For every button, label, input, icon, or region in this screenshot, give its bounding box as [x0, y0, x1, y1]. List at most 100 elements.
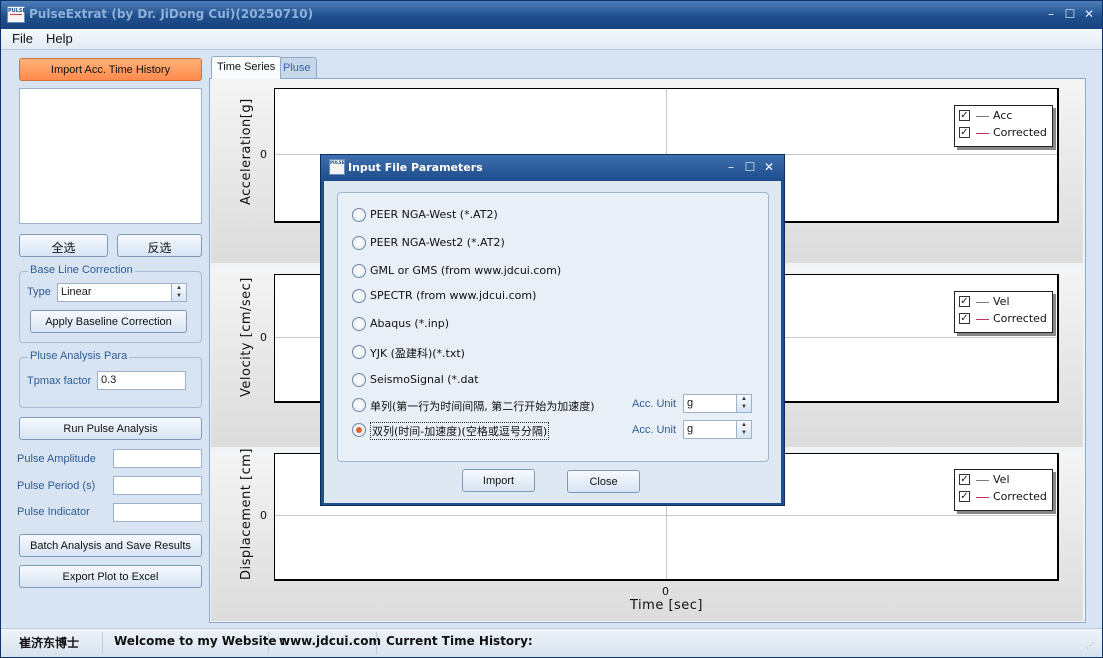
baseline-type-select[interactable]: Linear ▲ ▼ [57, 283, 187, 302]
radio-label: SPECTR (from www.jdcui.com) [370, 289, 537, 302]
batch-analysis-button[interactable]: Batch Analysis and Save Results [19, 534, 202, 557]
velocity-legend: ✓ Vel ✓ Corrected [954, 291, 1053, 333]
run-pulse-analysis-button[interactable]: Run Pulse Analysis [19, 417, 202, 440]
dialog-minimize-icon[interactable]: – [724, 160, 738, 174]
input-file-dialog: PULSE Input File Parameters – ☐ ✕ PEER N… [320, 154, 785, 506]
radio-button[interactable] [352, 208, 366, 222]
displacement-ytick: 0 [260, 509, 267, 522]
status-bar: 崔济东博士 Welcome to my Website : www.jdcui.… [1, 628, 1102, 657]
displacement-legend: ✓ Vel ✓ Corrected [954, 469, 1053, 511]
spinner-arrows-icon[interactable]: ▲ ▼ [736, 421, 751, 438]
legend-item-acc[interactable]: ✓ Acc [959, 109, 1051, 124]
checkbox-icon[interactable]: ✓ [959, 474, 970, 485]
import-button[interactable]: Import [462, 469, 535, 492]
acc-unit-label: Acc. Unit [632, 398, 677, 410]
spinner-arrows-icon[interactable]: ▲ ▼ [736, 395, 751, 412]
file-format-group: PEER NGA-West (*.AT2) PEER NGA-West2 (*.… [337, 192, 769, 462]
tab-pluse[interactable]: Pluse [277, 57, 317, 78]
status-separator [102, 632, 103, 654]
xaxis-label: Time [sec] [630, 598, 704, 613]
export-plot-button[interactable]: Export Plot to Excel [19, 565, 202, 588]
legend-label: Vel [993, 295, 1010, 308]
invert-select-button[interactable]: 反选 [117, 234, 202, 257]
pulse-period-field[interactable] [113, 476, 202, 495]
radio-button[interactable] [352, 317, 366, 331]
legend-item-vel[interactable]: ✓ Vel [959, 473, 1051, 488]
legend-label: Corrected [993, 126, 1047, 139]
pulse-amplitude-label: Pulse Amplitude [17, 453, 96, 465]
window-title: PulseExtrat (by Dr. JiDong Cui)(20250710… [29, 7, 314, 21]
dialog-close-icon[interactable]: ✕ [762, 160, 776, 174]
maximize-icon[interactable]: ☐ [1063, 7, 1077, 21]
acc-unit-value: g [687, 423, 694, 435]
legend-label: Vel [993, 473, 1010, 486]
time-history-list[interactable] [19, 88, 202, 224]
close-icon[interactable]: ✕ [1082, 7, 1096, 21]
close-button[interactable]: Close [567, 470, 640, 493]
checkbox-icon[interactable]: ✓ [959, 313, 970, 324]
pulse-period-label: Pulse Period (s) [17, 480, 96, 492]
app-logo-icon: PULSE [329, 159, 345, 175]
radio-label: PEER NGA-West (*.AT2) [370, 208, 498, 221]
checkbox-icon[interactable]: ✓ [959, 110, 970, 121]
radio-button[interactable] [352, 345, 366, 359]
radio-button[interactable] [352, 236, 366, 250]
legend-label: Corrected [993, 490, 1047, 503]
pulse-para-group-title: Pluse Analysis Para [28, 350, 130, 362]
minimize-icon[interactable]: – [1044, 7, 1058, 21]
pulse-indicator-field[interactable] [113, 503, 202, 522]
legend-item-vel[interactable]: ✓ Vel [959, 295, 1051, 310]
radio-button-selected[interactable] [352, 423, 366, 437]
import-acc-button[interactable]: Import Acc. Time History [19, 58, 202, 81]
menu-file[interactable]: File [12, 31, 33, 46]
menu-help[interactable]: Help [46, 31, 73, 46]
status-welcome: Welcome to my Website : [114, 634, 286, 648]
checkbox-icon[interactable]: ✓ [959, 491, 970, 502]
tpmax-input[interactable]: 0.3 [97, 371, 186, 390]
main-window: PULSE PulseExtrat (by Dr. JiDong Cui)(20… [0, 0, 1103, 658]
checkbox-icon[interactable]: ✓ [959, 127, 970, 138]
pulse-amplitude-field[interactable] [113, 449, 202, 468]
legend-item-corrected[interactable]: ✓ Corrected [959, 312, 1051, 327]
acc-unit-single-select[interactable]: g ▲ ▼ [683, 394, 752, 413]
dialog-maximize-icon[interactable]: ☐ [743, 160, 757, 174]
xaxis-tick: 0 [662, 585, 669, 598]
radio-button[interactable] [352, 289, 366, 303]
status-current-time-history: Current Time History: [386, 634, 533, 648]
status-website-link[interactable]: www.jdcui.com [279, 634, 381, 648]
radio-label: Abaqus (*.inp) [370, 317, 450, 330]
status-separator [268, 632, 269, 654]
legend-label: Acc [993, 109, 1013, 122]
legend-label: Corrected [993, 312, 1047, 325]
radio-label: PEER NGA-West2 (*.AT2) [370, 236, 505, 249]
legend-item-corrected[interactable]: ✓ Corrected [959, 126, 1051, 141]
tpmax-label: Tpmax factor [27, 375, 92, 387]
resize-grip-icon[interactable]: ⋰ [1086, 641, 1094, 650]
radio-button[interactable] [352, 264, 366, 278]
radio-button[interactable] [352, 373, 366, 387]
dialog-title-bar[interactable]: PULSE Input File Parameters – ☐ ✕ [321, 155, 784, 181]
type-label: Type [27, 286, 51, 298]
apply-baseline-button[interactable]: Apply Baseline Correction [30, 310, 187, 333]
displacement-ylabel: Displacement [cm] [239, 448, 254, 580]
legend-item-corrected[interactable]: ✓ Corrected [959, 490, 1051, 505]
spinner-arrows-icon[interactable]: ▲ ▼ [171, 284, 186, 301]
dialog-body: PEER NGA-West (*.AT2) PEER NGA-West2 (*.… [324, 181, 781, 503]
acc-unit-double-select[interactable]: g ▲ ▼ [683, 420, 752, 439]
acceleration-ylabel: Acceleration[g] [239, 98, 254, 205]
menu-bar: File Help [1, 29, 1102, 50]
title-bar[interactable]: PULSE PulseExtrat (by Dr. JiDong Cui)(20… [1, 1, 1102, 29]
radio-label: 双列(时间-加速度)(空格或逗号分隔) [370, 422, 550, 440]
legend-swatch [976, 116, 989, 117]
tab-time-series[interactable]: Time Series [211, 56, 282, 79]
dialog-title: Input File Parameters [348, 161, 483, 174]
pulse-indicator-label: Pulse Indicator [17, 506, 90, 518]
app-logo-icon: PULSE [7, 6, 26, 23]
velocity-ytick: 0 [260, 331, 267, 344]
acc-unit-label: Acc. Unit [632, 424, 677, 436]
radio-button[interactable] [352, 398, 366, 412]
baseline-group-title: Base Line Correction [28, 264, 135, 276]
legend-swatch [976, 302, 989, 303]
checkbox-icon[interactable]: ✓ [959, 296, 970, 307]
select-all-button[interactable]: 全选 [19, 234, 108, 257]
